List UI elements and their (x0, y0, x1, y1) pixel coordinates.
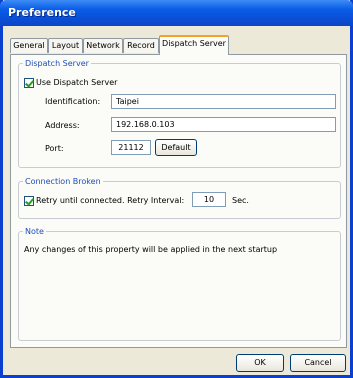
address-label: Address: (45, 121, 80, 130)
ok-button[interactable]: OK (236, 354, 284, 372)
note-text: Any changes of this property will be app… (24, 245, 278, 254)
preference-window: Preference General Layout Network Record… (0, 0, 353, 378)
tab-record[interactable]: Record (123, 38, 159, 53)
title-bar[interactable]: Preference (0, 0, 353, 26)
identification-label: Identification: (45, 97, 101, 106)
address-field[interactable]: 192.168.0.103 (111, 117, 336, 132)
use-dispatch-server-checkbox[interactable] (24, 78, 34, 88)
identification-field[interactable]: Taipei (111, 94, 336, 109)
retry-label: Retry until connected. Retry Interval: (36, 196, 185, 205)
retry-interval-field[interactable]: 10 (192, 192, 226, 207)
port-field[interactable]: 21112 (111, 140, 151, 155)
tab-network[interactable]: Network (83, 38, 123, 53)
default-button[interactable]: Default (155, 139, 197, 156)
use-dispatch-server-label: Use Dispatch Server (36, 78, 118, 87)
tab-dispatch-server[interactable]: Dispatch Server (159, 35, 229, 55)
tab-panel: Dispatch Server Use Dispatch Server Iden… (10, 54, 347, 348)
tab-general[interactable]: General (10, 38, 48, 53)
retry-checkbox[interactable] (24, 196, 34, 206)
port-label: Port: (45, 144, 64, 153)
note-legend: Note (25, 227, 44, 236)
retry-unit-label: Sec. (232, 196, 249, 205)
tab-layout[interactable]: Layout (48, 38, 83, 53)
window-title: Preference (8, 6, 76, 19)
dispatch-server-legend: Dispatch Server (25, 59, 89, 68)
connection-broken-legend: Connection Broken (25, 177, 101, 186)
cancel-button[interactable]: Cancel (290, 354, 346, 372)
